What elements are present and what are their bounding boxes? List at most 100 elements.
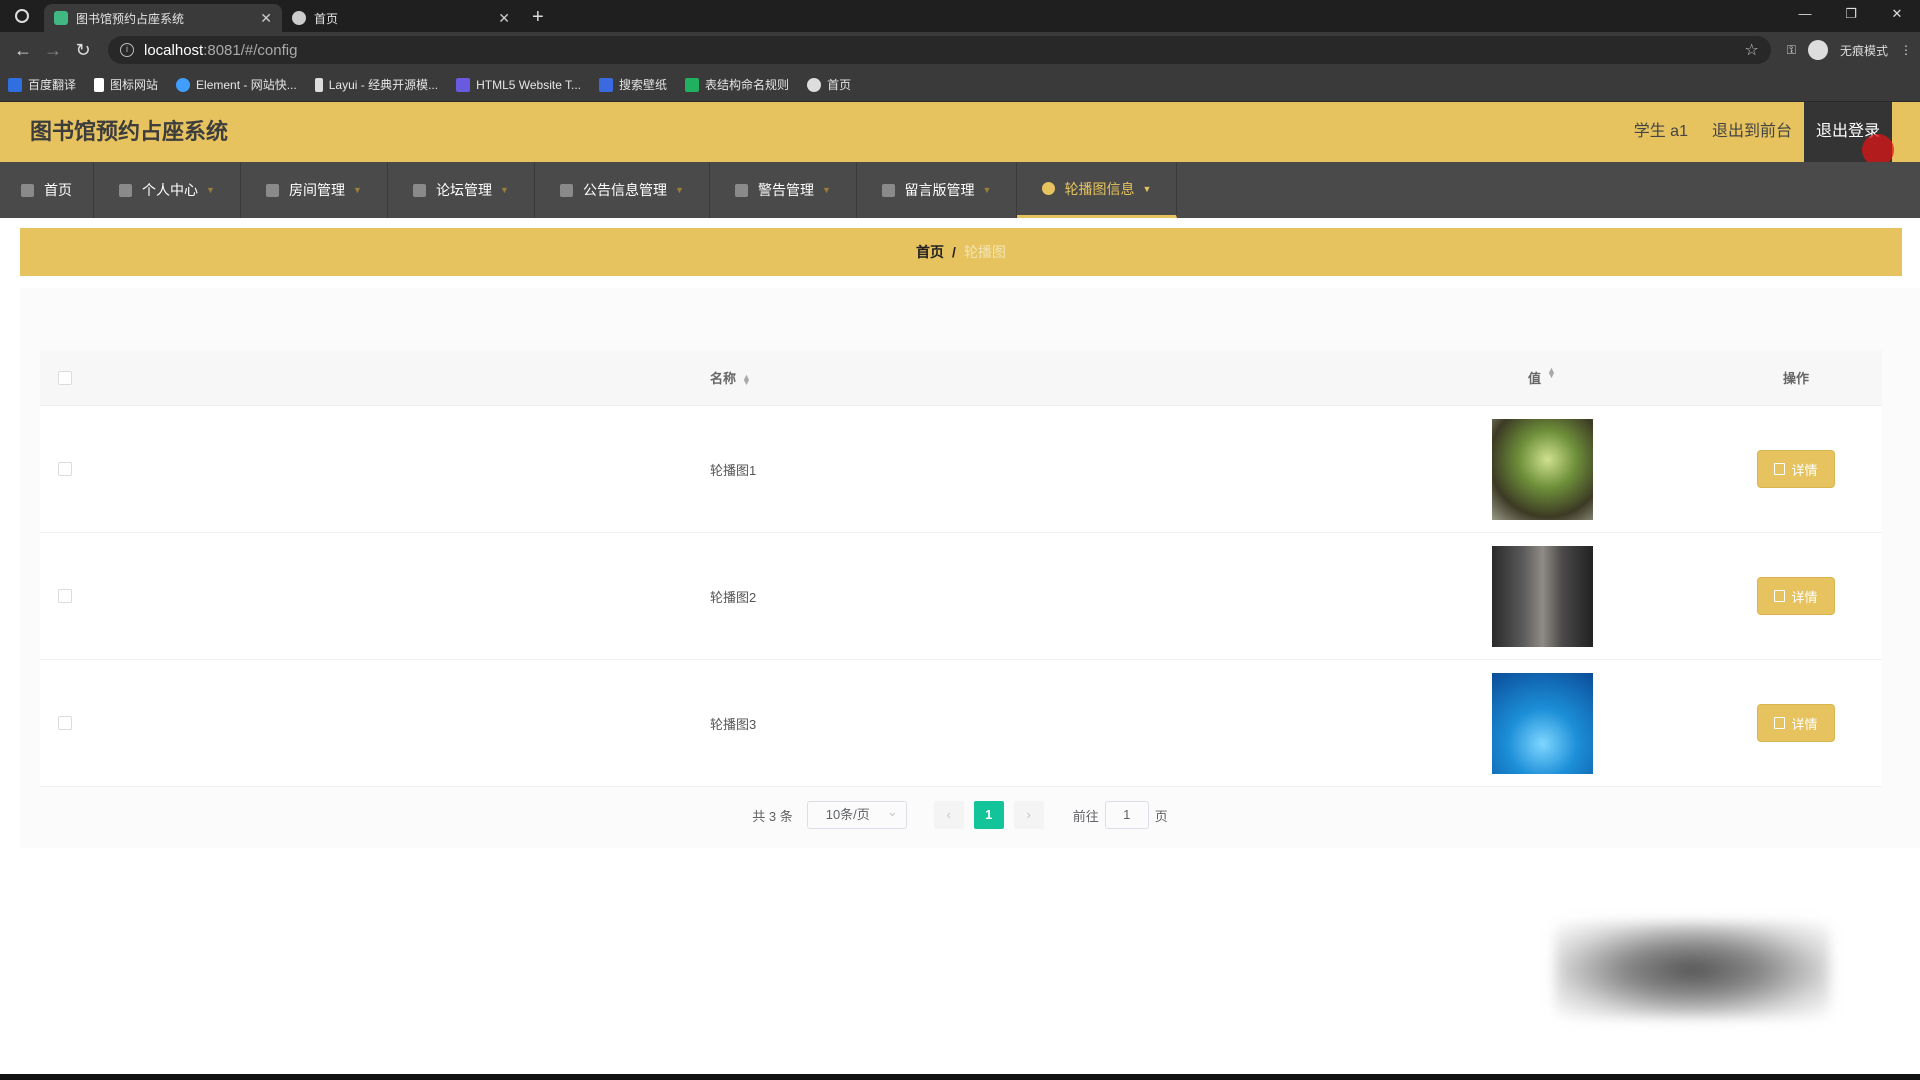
row-checkbox[interactable] [58,462,72,476]
forward-icon[interactable]: → [38,40,68,61]
back-icon[interactable]: ← [8,40,38,61]
chevron-down-icon: ▼ [1142,183,1152,194]
bookmark-label: 首页 [827,78,852,92]
detail-label: 详情 [1791,716,1818,732]
menu-item-notices[interactable]: 公告信息管理 ▼ [535,162,710,218]
reload-icon[interactable]: ↻ [68,40,98,61]
close-tab-icon[interactable]: ✕ [260,10,272,27]
html5-icon [456,77,471,92]
document-icon [1774,590,1786,602]
row-checkbox[interactable] [58,716,72,730]
carousel-table: 名称 ▲ ▼ 值 ▲ ▼ 操作 轮播图1 详情 轮播图2 详情 轮播图3 详情 [40,350,1882,787]
menu-label: 个人中心 [142,182,199,198]
next-page-button[interactable]: › [1013,801,1044,829]
incognito-avatar-icon[interactable] [1807,40,1828,60]
menu-label: 轮播图信息 [1064,180,1135,197]
breadcrumb-separator: / [952,244,956,260]
menu-item-profile[interactable]: 个人中心 ▼ [94,162,241,218]
bookmark-label: Layui - 经典开源模... [328,78,439,92]
row-name: 轮播图3 [710,716,757,732]
total-count: 共 3 条 [752,808,793,824]
bookmark-item[interactable]: 百度翻译 [8,76,76,93]
close-window-icon[interactable]: ✕ [1874,0,1920,28]
chevron-down-icon: ▼ [206,185,215,195]
select-all-checkbox[interactable] [58,370,72,385]
front-page-link[interactable]: 退出到前台 [1700,102,1804,162]
bookmark-item[interactable]: 首页 [807,76,851,93]
header-actions: 学生 a1 退出到前台 退出登录 [1622,102,1894,166]
board-icon [881,183,895,197]
menu-item-forum[interactable]: 论坛管理 ▼ [388,162,535,218]
new-tab-button[interactable]: + [520,4,556,32]
page-number-current[interactable]: 1 [973,801,1004,829]
goto-page-input[interactable]: 1 [1104,801,1149,829]
row-name: 轮播图2 [710,589,757,605]
browser-tab-active[interactable]: 图书馆预约占座系统 ✕ [44,4,282,32]
screen-bottom-edge [0,1074,1920,1080]
bookmark-item[interactable]: 图标网站 [94,76,158,93]
app-header: 图书馆预约占座系统 学生 a1 退出到前台 退出登录 [0,102,1920,166]
detail-button[interactable]: 详情 [1757,577,1835,615]
logout-button[interactable]: 退出登录 [1803,102,1894,166]
breadcrumb-home[interactable]: 首页 [916,242,944,262]
menu-item-carousel[interactable]: 轮播图信息 ▼ [1017,162,1177,218]
bookmark-item[interactable]: 搜索壁纸 [599,76,667,93]
bookmark-item[interactable]: HTML5 Website T... [456,77,581,92]
column-label: 值 [1528,371,1542,386]
bookmark-item[interactable]: Layui - 经典开源模... [314,76,439,93]
browser-menu-icon[interactable] [0,0,44,32]
row-checkbox[interactable] [58,589,72,603]
menu-item-home[interactable]: 首页 [0,162,94,218]
browser-tab[interactable]: 首页 ✕ [282,4,520,32]
minimize-icon[interactable]: — [1782,0,1828,28]
detail-button[interactable]: 详情 [1757,704,1835,742]
incognito-label[interactable]: 无痕模式 [1840,42,1888,59]
column-header-name[interactable]: 名称 ▲ ▼ [90,368,1374,387]
prev-page-button[interactable]: ‹ [933,801,964,829]
menu-item-warnings[interactable]: 警告管理 ▼ [710,162,857,218]
bookmark-item[interactable]: Element - 网站快... [176,76,297,93]
breadcrumb: 首页 / 轮播图 [20,228,1902,276]
document-icon [1774,463,1786,475]
bookmarks-bar: 百度翻译 图标网站 Element - 网站快... Layui - 经典开源模… [0,68,1920,102]
close-tab-icon[interactable]: ✕ [498,10,510,27]
breadcrumb-current: 轮播图 [963,244,1006,260]
page-size-select[interactable]: 10条/页 [806,799,907,829]
microphone-icon [413,183,427,197]
browser-tab-strip: 图书馆预约占座系统 ✕ 首页 ✕ + — ❐ ✕ [0,0,1920,32]
more-menu-icon[interactable]: ⋮ [1900,43,1912,57]
bookmark-star-icon[interactable]: ☆ [1745,40,1759,60]
goto-suffix: 页 [1154,808,1168,824]
bookmark-item[interactable]: 表结构命名规则 [685,76,789,93]
menu-item-rooms[interactable]: 房间管理 ▼ [241,162,388,218]
message-icon [735,183,749,197]
fullscreen-icon [560,183,574,197]
main-menu: 首页 个人中心 ▼ 房间管理 ▼ 论坛管理 ▼ 公告信息管理 ▼ 警告管理 ▼ 留言版管理… [0,162,1920,218]
sheet-icon [685,77,700,92]
current-user: 学生 a1 [1633,123,1688,140]
url-input[interactable]: i localhost :8081/#/config ☆ [108,36,1771,64]
sort-icon[interactable]: ▲ ▼ [742,372,751,386]
menu-label: 论坛管理 [436,182,493,198]
url-path: :8081/#/config [203,41,298,59]
restore-icon[interactable]: ❐ [1828,0,1874,28]
globe-favicon-icon [292,11,306,25]
key-icon[interactable]: ⚿ [1787,43,1796,58]
translate-icon [8,77,22,92]
detail-label: 详情 [1791,462,1818,478]
column-label: 名称 [710,371,737,386]
document-icon [1774,717,1786,729]
flag-icon [94,77,105,92]
goto-label: 前往 [1072,808,1099,824]
column-header-value[interactable]: 值 ▲ ▼ [1374,366,1710,387]
pagination: 共 3 条 10条/页 ‹ 1 › 前往 1 页 [0,799,1920,830]
menu-item-messages[interactable]: 留言版管理 ▼ [857,162,1017,218]
home-icon [21,183,34,197]
sort-icon[interactable]: ▲ ▼ [1547,366,1556,387]
row-name: 轮播图1 [710,462,757,478]
info-icon[interactable]: i [120,43,134,57]
detail-button[interactable]: 详情 [1757,450,1835,488]
table-row: 轮播图1 详情 [40,406,1882,533]
tab-title: 图书馆预约占座系统 [76,11,185,26]
chevron-down-icon: ▼ [500,185,509,195]
